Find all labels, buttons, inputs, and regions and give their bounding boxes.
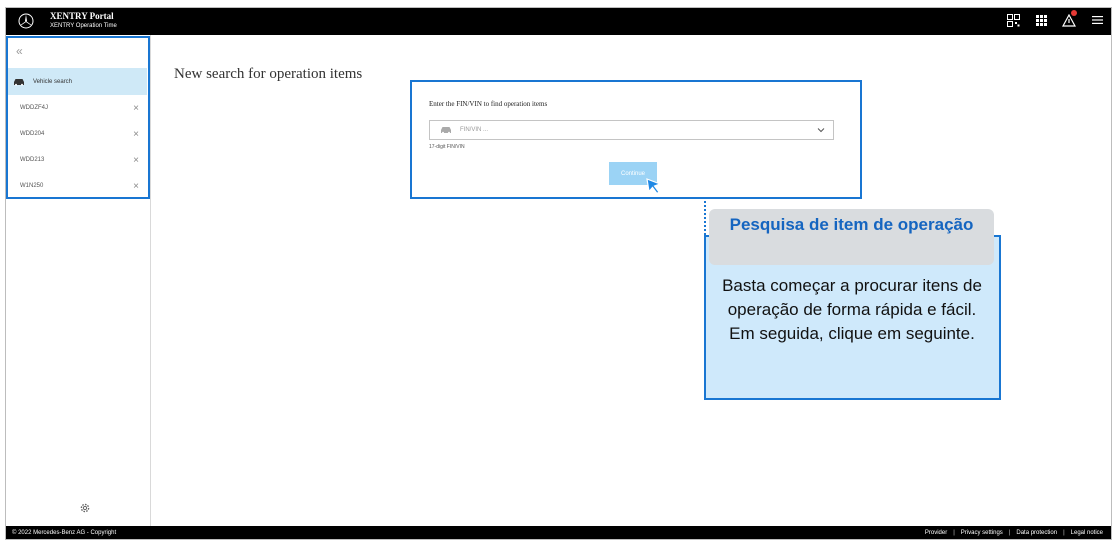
brand: XENTRY Portal XENTRY Operation Time (50, 12, 117, 31)
footer-link-data-protection[interactable]: Data protection (1016, 530, 1057, 536)
qr-icon[interactable] (1005, 12, 1021, 28)
mercedes-logo-icon[interactable] (18, 13, 34, 29)
chevron-down-icon[interactable] (817, 126, 825, 134)
alert-badge (1071, 10, 1077, 16)
copyright-text: © 2022 Mercedes-Benz AG - Copyright (12, 530, 117, 536)
fin-vin-placeholder: FIN/VIN ... (460, 127, 489, 133)
app-title: XENTRY Portal (50, 11, 114, 21)
app-subtitle: XENTRY Operation Time (50, 23, 117, 29)
footer-separator: | (1063, 530, 1065, 536)
menu-icon[interactable] (1089, 12, 1105, 28)
footer-separator: | (953, 530, 955, 536)
footer: © 2022 Mercedes-Benz AG - Copyright Prov… (6, 526, 1111, 539)
search-panel: Enter the FIN/VIN to find operation item… (410, 80, 862, 199)
footer-link-legal-notice[interactable]: Legal notice (1071, 530, 1103, 536)
footer-link-privacy-settings[interactable]: Privacy settings (961, 530, 1003, 536)
fin-vin-select[interactable]: FIN/VIN ... (429, 120, 834, 140)
mouse-cursor-icon (646, 178, 662, 195)
apps-grid-icon[interactable] (1033, 12, 1049, 28)
callout-title: Pesquisa de item de operação (709, 209, 994, 265)
gear-icon[interactable] (79, 502, 91, 514)
fin-vin-hint: 17-digit FIN/VIN (429, 144, 465, 150)
footer-links: Provider | Privacy settings | Data prote… (925, 530, 1103, 536)
sidebar-highlight-frame (6, 36, 150, 199)
callout-text: Basta começar a procurar itens de operaç… (722, 276, 982, 343)
page-title: New search for operation items (174, 66, 363, 82)
callout-connector (704, 201, 706, 235)
top-icons (1005, 10, 1105, 28)
app-window: XENTRY Portal XENTRY Operation Time « Ve… (5, 7, 1112, 540)
car-icon (441, 127, 451, 134)
footer-link-provider[interactable]: Provider (925, 530, 947, 536)
footer-separator: | (1008, 530, 1011, 536)
alert-icon[interactable] (1061, 10, 1077, 28)
top-bar: XENTRY Portal XENTRY Operation Time (6, 8, 1111, 35)
search-label: Enter the FIN/VIN to find operation item… (429, 100, 548, 108)
